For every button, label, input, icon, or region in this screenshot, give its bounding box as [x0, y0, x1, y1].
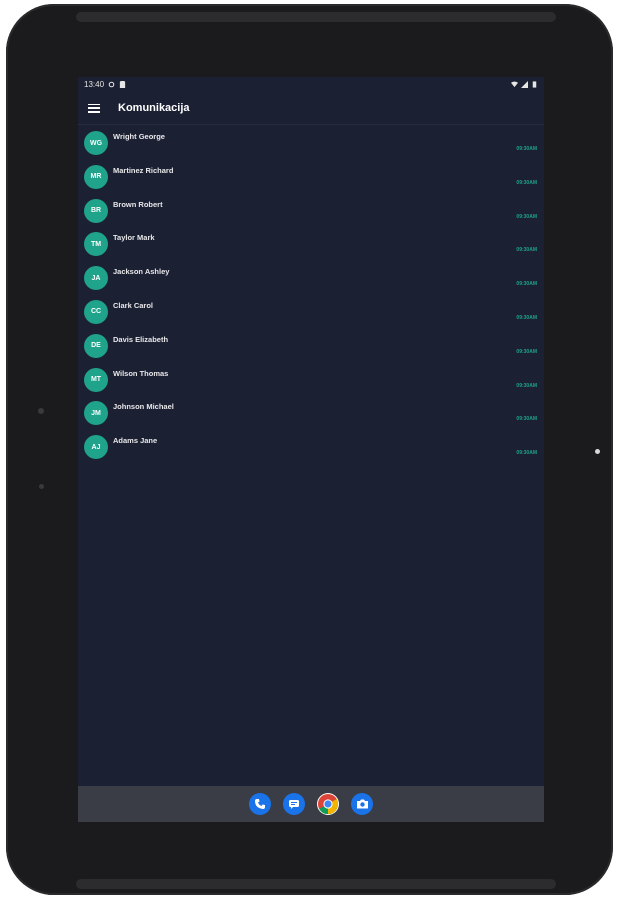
contact-time: 09:30AM: [516, 281, 537, 288]
contact-time: 09:30AM: [516, 146, 537, 152]
front-camera: [595, 449, 600, 454]
signal-icon: [521, 81, 528, 88]
avatar: BR: [84, 198, 108, 223]
contact-row[interactable]: MT Wilson Thomas 09:30AM: [78, 364, 544, 398]
contact-row[interactable]: JM Johnson Michael 09:30AM: [78, 397, 544, 431]
camera-app-icon[interactable]: [351, 793, 373, 815]
avatar: JA: [84, 266, 108, 291]
avatar: TM: [84, 232, 108, 257]
contact-row[interactable]: AJ Adams Jane 09:30AM: [78, 431, 544, 465]
contact-name: Jackson Ashley: [113, 267, 170, 277]
avatar: CC: [84, 299, 108, 324]
contact-name: Wilson Thomas: [113, 368, 169, 378]
sensor-dot: [39, 484, 44, 489]
avatar: AJ: [84, 435, 108, 460]
screen: 13:40 Komunikacija WG Wright George 09:30A…: [78, 77, 544, 822]
avatar: WG: [84, 131, 108, 155]
app-bar: Komunikacija: [78, 92, 544, 125]
contact-name: Johnson Michael: [113, 402, 174, 412]
contact-time: 09:30AM: [516, 348, 537, 355]
contact-name: Martinez Richard: [113, 165, 174, 175]
tablet-frame: 13:40 Komunikacija WG Wright George 09:30A…: [6, 4, 613, 895]
contact-name: Brown Robert: [113, 199, 163, 209]
contact-row[interactable]: MR Martinez Richard 09:30AM: [78, 161, 544, 195]
contact-time: 09:30AM: [516, 213, 537, 220]
menu-icon[interactable]: [88, 103, 100, 113]
tablet-bottom-edge: [76, 879, 556, 889]
avatar: MT: [84, 367, 108, 392]
contact-time: 09:30AM: [516, 450, 537, 457]
contact-time: 09:30AM: [516, 247, 537, 254]
contact-row[interactable]: WG Wright George 09:30AM: [78, 127, 544, 161]
avatar: DE: [84, 333, 108, 358]
status-bar: 13:40: [78, 77, 544, 92]
contact-name: Adams Jane: [113, 436, 158, 446]
sensor-dot: [38, 408, 44, 414]
contact-row[interactable]: DE Davis Elizabeth 09:30AM: [78, 330, 544, 364]
contact-time: 09:30AM: [516, 314, 537, 321]
settings-icon: [108, 81, 115, 88]
contact-name: Wright George: [113, 132, 165, 141]
contact-name: Davis Elizabeth: [113, 334, 169, 344]
wifi-icon: [511, 81, 518, 88]
avatar: JM: [84, 401, 108, 426]
contact-row[interactable]: TM Taylor Mark 09:30AM: [78, 228, 544, 262]
contact-time: 09:30AM: [516, 416, 537, 423]
contact-name: Taylor Mark: [113, 233, 155, 243]
messages-app-icon[interactable]: [283, 793, 305, 815]
sim-card-icon: [119, 81, 126, 88]
status-time: 13:40: [84, 80, 105, 89]
contact-name: Clark Carol: [113, 300, 154, 310]
page-title: Komunikacija: [118, 102, 190, 114]
phone-app-icon[interactable]: [249, 793, 271, 815]
contact-list: WG Wright George 09:30AM MR Martinez Richard…: [78, 125, 544, 465]
contact-time: 09:30AM: [516, 382, 537, 389]
dock: [78, 786, 544, 822]
chrome-app-icon[interactable]: [317, 793, 339, 815]
avatar: MR: [84, 164, 108, 189]
contact-row[interactable]: CC Clark Carol 09:30AM: [78, 296, 544, 330]
contact-time: 09:30AM: [516, 179, 537, 186]
tablet-top-edge: [76, 12, 556, 22]
contact-row[interactable]: JA Jackson Ashley 09:30AM: [78, 262, 544, 296]
contact-row[interactable]: BR Brown Robert 09:30AM: [78, 195, 544, 229]
battery-icon: [532, 81, 537, 88]
